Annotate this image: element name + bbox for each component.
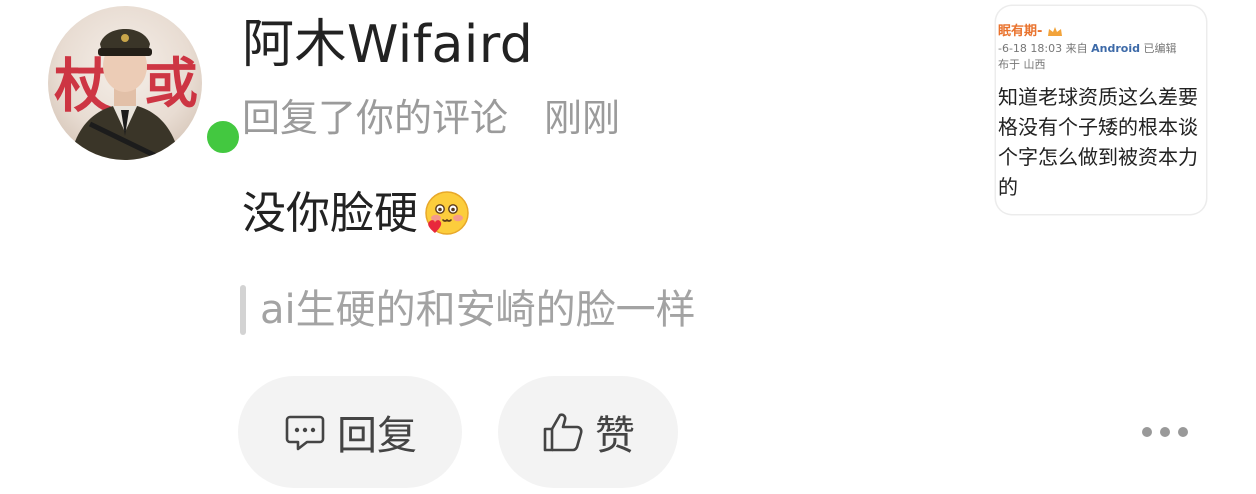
- more-options-button[interactable]: [1142, 422, 1188, 442]
- timestamp: 刚刚: [544, 96, 621, 140]
- avatar-wrapper[interactable]: 杖 或: [48, 6, 244, 166]
- original-comment-preview-card[interactable]: 眠有期- -6-18 18:03 来自 Android 已编辑 布于 山西 知道…: [996, 6, 1206, 214]
- like-button[interactable]: 赞: [498, 376, 678, 488]
- like-label: 赞: [595, 413, 635, 459]
- blushing-heart-emoji-icon: [425, 191, 469, 235]
- thumbs-up-icon: [543, 413, 583, 452]
- author-name[interactable]: 阿木Wifaird: [242, 12, 533, 78]
- avatar[interactable]: 杖 或: [48, 6, 202, 160]
- more-dot-icon: [1178, 427, 1188, 437]
- svg-text:或: 或: [144, 52, 198, 115]
- reply-button[interactable]: 回复: [238, 376, 462, 488]
- preview-location: 布于 山西: [998, 58, 1046, 71]
- reply-content: 没你脸硬: [242, 182, 472, 246]
- online-status-dot: [202, 116, 244, 158]
- quoted-comment[interactable]: ai生硬的和安崎的脸一样: [240, 284, 696, 336]
- crown-badge-icon: [1047, 26, 1062, 36]
- notification-subline: 回复了你的评论 刚刚: [242, 92, 620, 144]
- preview-body: 知道老球资质这么差要格没有个子矮的根本谈个字怎么做到被资本力的: [998, 85, 1198, 199]
- preview-author: 眠有期-: [998, 20, 1063, 39]
- quoted-text: ai生硬的和安崎的脸一样: [260, 287, 696, 333]
- action-text: 回复了你的评论: [242, 96, 509, 140]
- reply-text: 没你脸硬: [242, 188, 418, 239]
- quote-bar: [240, 285, 246, 335]
- more-dot-icon: [1142, 427, 1152, 437]
- more-dot-icon: [1160, 427, 1170, 437]
- comment-bubble-icon: [285, 415, 325, 451]
- preview-meta: -6-18 18:03 来自 Android 已编辑: [998, 42, 1177, 55]
- reply-label: 回复: [337, 413, 417, 459]
